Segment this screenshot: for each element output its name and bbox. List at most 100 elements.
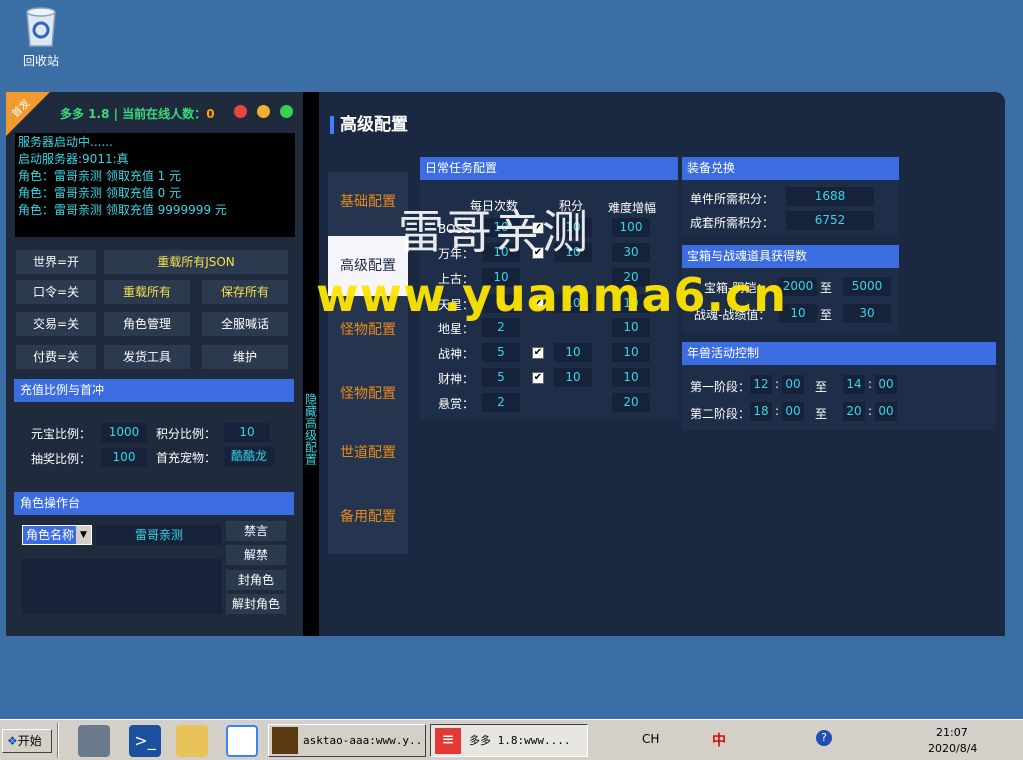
stage2-start-minute[interactable]: 00 [782,402,804,421]
daily-enabled-checkbox[interactable]: ✔ [532,372,544,384]
language-indicator[interactable]: CH [642,732,659,746]
daily-enabled-checkbox[interactable]: ✔ [532,347,544,359]
taskbar-separator [57,723,59,758]
single-points-label: 单件所需积分： [690,192,775,206]
first-pet-label: 首充宠物： [156,451,217,465]
yinyang-max-input[interactable]: 5000 [843,277,891,296]
nav-backup-config[interactable]: 备用配置 [328,487,408,547]
log-line: 启动服务器:9011:真 [18,152,129,166]
online-count: 0 [206,107,215,121]
stage1-end-minute[interactable]: 00 [875,375,897,394]
nav-monster-config-2[interactable]: 怪物配置 [328,364,408,424]
first-pet-input[interactable]: 酷酷龙 [224,447,274,466]
panel-title: 多多 1.8 | 当前在线人数：0 [60,107,215,121]
password-toggle-button[interactable]: 口令=关 [16,280,96,304]
stage2-end-minute[interactable]: 00 [875,402,897,421]
server-app-icon: ≡ [435,728,461,754]
unban-chat-button[interactable]: 解禁 [226,545,286,565]
server-manager-icon[interactable] [78,725,110,757]
to-label: 至 [820,308,833,322]
reload-all-button[interactable]: 重载所有 [104,280,190,304]
daily-difficulty-input[interactable]: 10 [612,343,650,362]
folder-icon[interactable] [176,725,208,757]
to-label: 至 [820,281,833,295]
single-points-input[interactable]: 1688 [786,187,874,206]
daily-row-label: 地星： [438,322,475,336]
clock-date: 2020/8/4 [928,742,978,755]
server-control-panel: 首发 多多 1.8 | 当前在线人数：0 服务器启动中...... 启动服务器:… [6,92,303,636]
role-field-select[interactable]: 角色名称 ▼ [22,525,92,545]
stage2-start-hour[interactable]: 18 [750,402,772,421]
daily-difficulty-input[interactable]: 100 [612,218,650,237]
ban-role-button[interactable]: 封角色 [226,570,286,590]
daily-points-input[interactable]: 10 [554,368,592,387]
close-icon[interactable] [234,105,247,118]
task-duoduo[interactable]: ≡ 多多 1.8:www.... [430,724,588,757]
daily-count-input[interactable]: 2 [482,393,520,412]
stage2-end-hour[interactable]: 20 [843,402,865,421]
hide-advanced-toggle[interactable]: 隐藏高级配置 [303,92,319,636]
unban-role-button[interactable]: 解封角色 [226,594,286,614]
role-manage-button[interactable]: 角色管理 [104,312,190,336]
equip-exchange-title: 装备兑换 [682,157,899,180]
config-nav: 基础配置 高级配置 怪物配置 怪物配置 世道配置 备用配置 [328,172,408,554]
help-icon[interactable]: ? [816,730,832,746]
server-shout-button[interactable]: 全服喊话 [202,312,288,336]
daily-points-input[interactable]: 10 [554,343,592,362]
watermark-text: 雷哥亲测 [398,205,590,259]
recycle-bin-shortcut[interactable]: 回收站 [14,4,68,69]
world-toggle-button[interactable]: 世界=开 [16,250,96,274]
log-line: 角色：雷哥亲测 领取充值 1 元 [18,169,182,183]
set-points-input[interactable]: 6752 [786,211,874,230]
points-ratio-input[interactable]: 10 [224,423,270,442]
ban-chat-button[interactable]: 禁言 [226,521,286,541]
pay-toggle-button[interactable]: 付费=关 [16,345,96,369]
start-button[interactable]: ❖开始 [2,729,52,753]
daily-difficulty-input[interactable]: 20 [612,393,650,412]
daily-difficulty-input[interactable]: 30 [612,243,650,262]
ime-indicator[interactable]: 中 [712,730,726,750]
reload-json-button[interactable]: 重载所有JSON [104,250,288,274]
recycle-bin-icon [23,4,59,48]
ship-tool-button[interactable]: 发货工具 [104,345,190,369]
lottery-ratio-input[interactable]: 100 [101,448,147,467]
minimize-icon[interactable] [257,105,270,118]
to-label: 至 [815,380,828,394]
lottery-ratio-label: 抽奖比例： [31,452,92,466]
maximize-icon[interactable] [280,105,293,118]
daily-difficulty-input[interactable]: 10 [612,368,650,387]
log-line: 角色：雷哥亲测 领取充值 0 元 [18,186,182,200]
cloud-drive-icon[interactable] [226,725,258,757]
advanced-config-panel: 高级配置 基础配置 高级配置 怪物配置 怪物配置 世道配置 备用配置 日常任务配… [319,92,1005,636]
daily-count-input[interactable]: 5 [482,343,520,362]
log-line: 服务器启动中...... [18,135,113,149]
stage1-end-hour[interactable]: 14 [843,375,865,394]
powershell-icon[interactable]: >_ [129,725,161,757]
role-ops-section-title: 角色操作台 [14,492,294,515]
save-all-button[interactable]: 保存所有 [202,280,288,304]
clock-time: 21:07 [936,726,968,739]
role-name-input[interactable]: 雷哥亲测 [96,525,222,545]
daily-row-label: 战神： [438,347,475,361]
colon: : [868,404,873,418]
soul-max-input[interactable]: 30 [843,304,891,323]
daily-count-input[interactable]: 5 [482,368,520,387]
daily-task-title: 日常任务配置 [420,157,678,180]
stage1-start-hour[interactable]: 12 [750,375,772,394]
log-line: 角色：雷哥亲测 领取充值 9999999 元 [18,203,227,217]
yuanbao-ratio-input[interactable]: 1000 [101,423,147,442]
colon: : [775,377,780,391]
task-asktao[interactable]: asktao-aaa:www.y... [268,724,426,757]
stage1-start-minute[interactable]: 00 [782,375,804,394]
windows-logo-icon: ❖ [7,734,18,748]
daily-row-label: 悬赏： [438,397,475,411]
beast-event-section: 年兽活动控制 第一阶段： 12 : 00 至 14 : 00 第二阶段： 18 … [682,342,996,430]
maintain-button[interactable]: 维护 [202,345,288,369]
system-tray: CH 中 ? 21:07 2020/8/4 [642,724,1021,757]
daily-row-label: 财神： [438,372,475,386]
to-label: 至 [815,407,828,421]
trade-toggle-button[interactable]: 交易=关 [16,312,96,336]
nav-basic-config[interactable]: 基础配置 [328,172,408,232]
stage1-label: 第一阶段： [690,380,751,394]
nav-world-config[interactable]: 世道配置 [328,423,408,483]
